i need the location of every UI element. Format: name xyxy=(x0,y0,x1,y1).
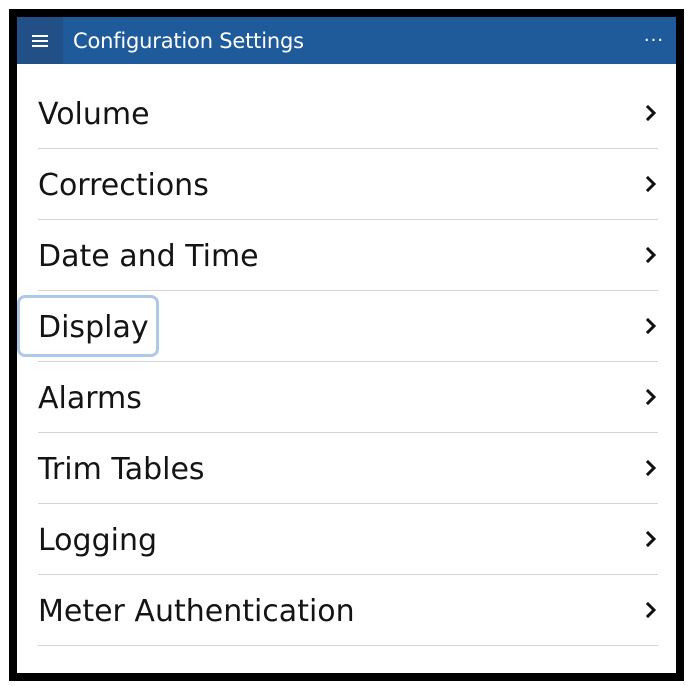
settings-item-label: Meter Authentication xyxy=(38,593,355,629)
settings-item-alarms[interactable]: Alarms xyxy=(38,362,658,433)
settings-item-trim-tables[interactable]: Trim Tables xyxy=(38,433,658,504)
menu-button[interactable] xyxy=(17,17,63,64)
chevron-right-icon xyxy=(646,318,656,334)
settings-item-label: Logging xyxy=(38,522,158,558)
settings-item-meter-authentication[interactable]: Meter Authentication xyxy=(38,575,658,646)
settings-item-corrections[interactable]: Corrections xyxy=(38,149,658,220)
chevron-right-icon xyxy=(646,602,656,618)
settings-item-logging[interactable]: Logging xyxy=(38,504,658,575)
page-title: Configuration Settings xyxy=(73,28,304,53)
settings-item-display[interactable]: Display xyxy=(17,291,658,362)
settings-list: Volume Corrections Date and Time Display… xyxy=(17,78,658,646)
settings-item-label: Corrections xyxy=(38,167,209,203)
app-bar: Configuration Settings ··· xyxy=(17,17,676,64)
chevron-right-icon xyxy=(646,460,656,476)
chevron-right-icon xyxy=(646,176,656,192)
chevron-right-icon xyxy=(646,247,656,263)
hamburger-icon xyxy=(32,34,48,47)
more-options-button[interactable]: ··· xyxy=(632,17,676,64)
chevron-right-icon xyxy=(646,389,656,405)
settings-item-label: Trim Tables xyxy=(38,451,205,487)
chevron-right-icon xyxy=(646,105,656,121)
settings-item-label: Date and Time xyxy=(38,238,259,274)
settings-item-date-and-time[interactable]: Date and Time xyxy=(38,220,658,291)
app-window: Configuration Settings ··· Volume Correc… xyxy=(9,9,684,681)
settings-item-label: Alarms xyxy=(38,380,142,416)
settings-item-volume[interactable]: Volume xyxy=(38,78,658,149)
chevron-right-icon xyxy=(646,531,656,547)
settings-item-label: Display xyxy=(38,309,149,345)
settings-item-label: Volume xyxy=(38,96,150,132)
